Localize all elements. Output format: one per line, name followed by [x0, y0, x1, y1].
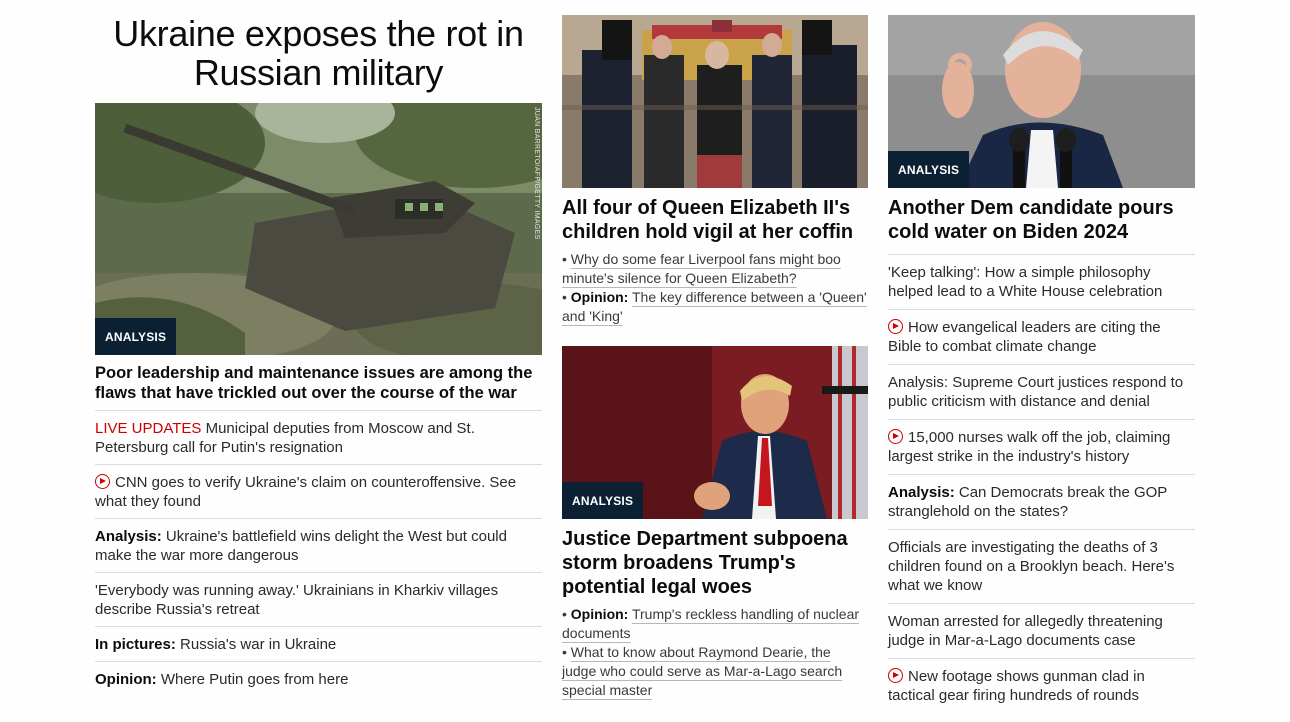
biden-image[interactable]: ANALYSIS [888, 15, 1195, 188]
play-video-icon [888, 319, 903, 334]
biden-story: ANALYSIS Another Dem candidate pours col… [888, 15, 1195, 713]
play-video-icon [888, 668, 903, 683]
list-item-text: Analysis: Supreme Court justices respond… [888, 374, 1184, 410]
bullet-link[interactable]: • Why do some fear Liverpool fans might … [562, 250, 868, 288]
analysis-badge: ANALYSIS [95, 318, 177, 355]
queen-story: All four of Queen Elizabeth II's childre… [562, 15, 868, 326]
lead-related-list: LIVE UPDATES Municipal deputies from Mos… [95, 411, 542, 696]
list-item-text: Where Putin goes from here [160, 671, 349, 688]
list-item-text: 'Keep talking': How a simple philosophy … [888, 264, 1163, 300]
list-item[interactable]: CNN goes to verify Ukraine's claim on co… [95, 465, 542, 519]
list-item-text: 15,000 nurses walk off the job, claiming… [888, 429, 1171, 465]
play-video-icon [95, 474, 110, 489]
list-item[interactable]: Analysis: Can Democrats break the GOP st… [888, 475, 1195, 530]
list-item-prefix: Analysis: [888, 484, 955, 501]
list-item-prefix: In pictures: [95, 636, 176, 653]
list-item[interactable]: New footage shows gunman clad in tactica… [888, 659, 1195, 713]
list-item[interactable]: Opinion: Where Putin goes from here [95, 662, 542, 696]
list-item-text: Woman arrested for allegedly threatening… [888, 613, 1163, 649]
live-updates-label: LIVE UPDATES [95, 420, 202, 437]
list-item-text: 'Everybody was running away.' Ukrainians… [95, 582, 499, 618]
bullet-prefix: Opinion: [570, 289, 629, 305]
trump-story: ANALYSIS Justice Department subpoena sto… [562, 346, 868, 700]
list-item[interactable]: In pictures: Russia's war in Ukraine [95, 627, 542, 662]
lead-story: Ukraine exposes the rot in Russian milit… [95, 0, 542, 696]
trump-image[interactable]: ANALYSIS [562, 346, 868, 519]
list-item-prefix: Analysis: [95, 528, 162, 545]
queen-headline[interactable]: All four of Queen Elizabeth II's childre… [562, 188, 868, 244]
list-item[interactable]: 'Keep talking': How a simple philosophy … [888, 255, 1195, 310]
bullet-text: What to know about Raymond Dearie, the j… [562, 644, 843, 698]
bullet-link[interactable]: • Opinion: The key difference between a … [562, 288, 868, 326]
trump-bullets: • Opinion: Trump's reckless handling of … [562, 599, 868, 700]
list-item-text: New footage shows gunman clad in tactica… [888, 668, 1145, 704]
analysis-badge: ANALYSIS [888, 151, 970, 188]
list-item-text: Russia's war in Ukraine [180, 636, 337, 653]
biden-headline[interactable]: Another Dem candidate pours cold water o… [888, 188, 1195, 244]
list-item[interactable]: LIVE UPDATES Municipal deputies from Mos… [95, 411, 542, 465]
list-item[interactable]: 15,000 nurses walk off the job, claiming… [888, 420, 1195, 475]
analysis-badge: ANALYSIS [562, 482, 644, 519]
bullet-link[interactable]: • What to know about Raymond Dearie, the… [562, 643, 868, 700]
list-item[interactable]: Woman arrested for allegedly threatening… [888, 604, 1195, 659]
lead-image[interactable]: JUAN BARRETO/AFP/GETTY IMAGES ANALYSIS [95, 103, 542, 355]
queen-bullets: • Why do some fear Liverpool fans might … [562, 244, 868, 326]
bullet-link[interactable]: • Opinion: Trump's reckless handling of … [562, 605, 868, 643]
biden-related-list: 'Keep talking': How a simple philosophy … [888, 254, 1195, 713]
middle-column: All four of Queen Elizabeth II's childre… [562, 15, 868, 698]
list-item-prefix: Opinion: [95, 671, 157, 688]
lead-headline[interactable]: Ukraine exposes the rot in Russian milit… [95, 0, 542, 103]
play-video-icon [888, 429, 903, 444]
bullet-prefix: Opinion: [570, 606, 629, 622]
list-item[interactable]: Analysis: Supreme Court justices respond… [888, 365, 1195, 420]
list-item[interactable]: 'Everybody was running away.' Ukrainians… [95, 573, 542, 627]
bullet-text: Why do some fear Liverpool fans might bo… [562, 251, 841, 286]
vigil-photo [562, 15, 868, 188]
queen-image[interactable] [562, 15, 868, 188]
list-item[interactable]: Analysis: Ukraine's battlefield wins del… [95, 519, 542, 573]
list-item-text: CNN goes to verify Ukraine's claim on co… [95, 474, 517, 510]
list-item-text: Officials are investigating the deaths o… [888, 539, 1175, 594]
trump-headline[interactable]: Justice Department subpoena storm broade… [562, 519, 868, 599]
list-item[interactable]: How evangelical leaders are citing the B… [888, 310, 1195, 365]
lead-subheadline[interactable]: Poor leadership and maintenance issues a… [95, 355, 542, 411]
photo-credit: JUAN BARRETO/AFP/GETTY IMAGES [533, 107, 540, 240]
list-item[interactable]: Officials are investigating the deaths o… [888, 530, 1195, 604]
list-item-text: How evangelical leaders are citing the B… [888, 319, 1161, 355]
